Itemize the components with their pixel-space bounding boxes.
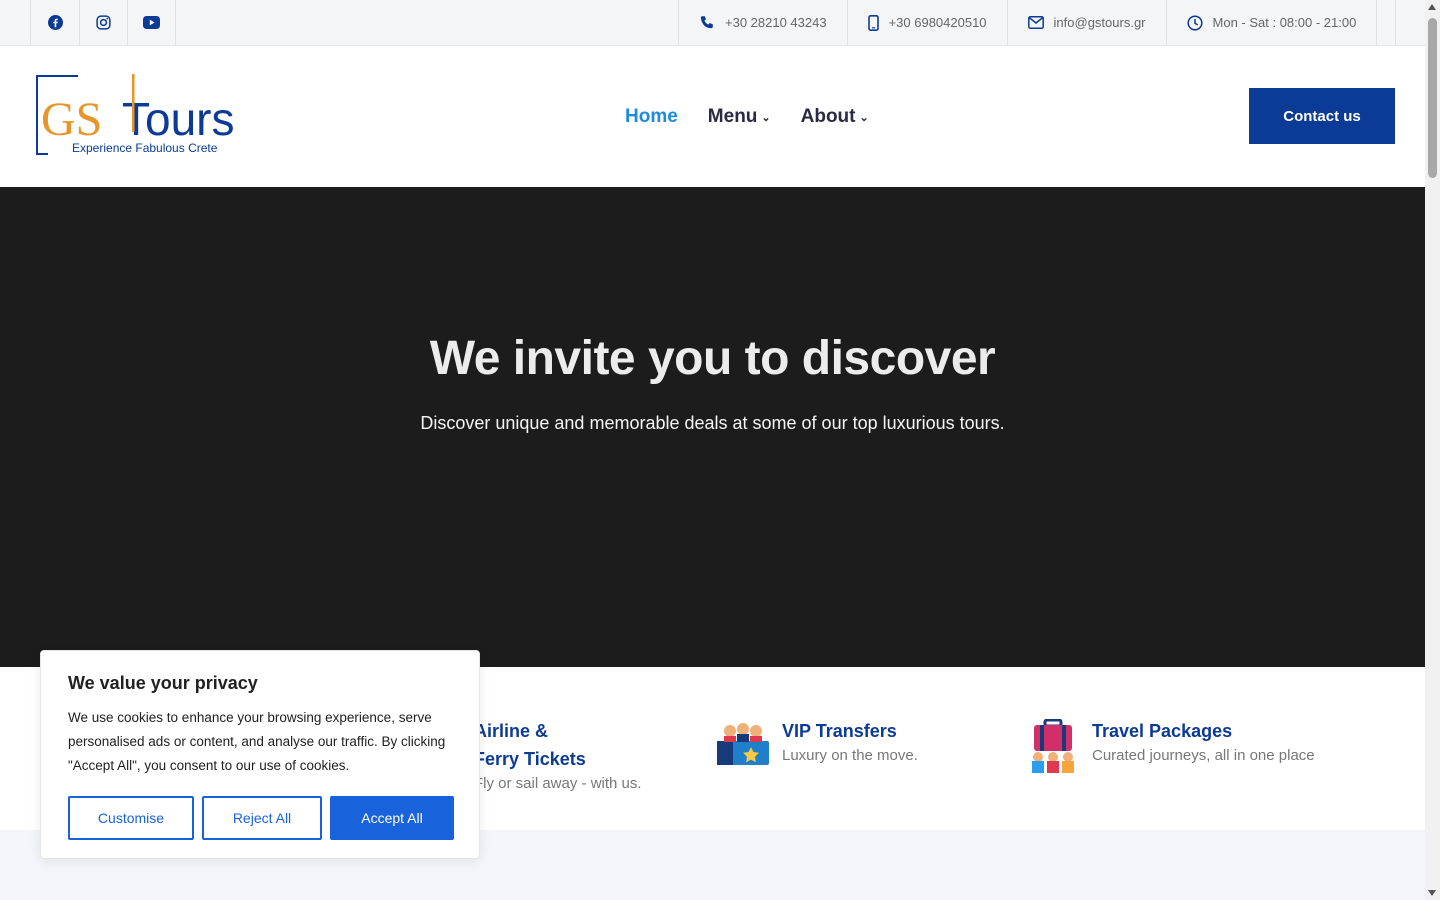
email-item[interactable]: info@gstours.gr [1006,0,1166,45]
contact-us-button[interactable]: Contact us [1249,88,1395,144]
site-header: GS Tours Experience Fabulous Crete Home … [0,46,1425,187]
logo-tours: Tours [122,93,234,145]
phone-number: +30 28210 43243 [725,15,827,30]
social-links [30,0,176,45]
service-description: Luxury on the move. [782,747,918,764]
youtube-link[interactable] [127,0,175,45]
topbar-divider [1395,0,1396,45]
scroll-down-arrow-icon[interactable] [1428,890,1436,896]
nav-about[interactable]: About ⌄ [801,106,869,128]
service-title: Travel Packages [1092,721,1233,741]
suitcase-icon [1030,718,1076,780]
nav-menu-label: Menu [707,106,758,127]
email-address: info@gstours.gr [1053,15,1146,30]
nav-menu[interactable]: Menu ⌄ [708,106,771,128]
phone-item[interactable]: +30 28210 43243 [678,0,847,45]
contact-info: +30 28210 43243 +30 6980420510 info@gsto… [678,0,1378,45]
service-airline-ferry[interactable]: Airline & Ferry Tickets Fly or sail away… [474,717,642,792]
page-scrollbar[interactable] [1425,0,1440,900]
mobile-phone-icon [867,14,879,31]
chevron-down-icon: ⌄ [761,111,771,124]
instagram-icon [96,15,111,30]
envelope-icon [1027,16,1044,29]
facebook-link[interactable] [31,0,79,45]
mobile-item[interactable]: +30 6980420510 [846,0,1007,45]
vip-transfers-icon [716,719,770,772]
scrollbar-thumb[interactable] [1428,18,1437,178]
hero-title: We invite you to discover [429,332,996,385]
main-nav: Home Menu ⌄ About ⌄ [625,106,869,128]
customise-button[interactable]: Customise [68,796,194,840]
reject-all-button[interactable]: Reject All [202,796,322,840]
hours-item: Mon - Sat : 08:00 - 21:00 [1165,0,1378,45]
service-title-line2: Ferry Tickets [474,749,586,769]
logo-g: GS [41,93,102,146]
mobile-number: +30 6980420510 [888,15,987,30]
service-title-line1: Airline & [474,721,549,741]
nav-about-label: About [800,106,856,127]
clock-icon [1186,14,1203,31]
cookie-text: We use cookies to enhance your browsing … [68,710,446,773]
scroll-up-arrow-icon[interactable] [1428,4,1436,10]
hero-section: We invite you to discover Discover uniqu… [0,187,1425,667]
facebook-icon [47,15,63,30]
instagram-link[interactable] [79,0,127,45]
nav-home[interactable]: Home [625,106,678,128]
chevron-down-icon: ⌄ [859,111,869,124]
hero-subtitle: Discover unique and memorable deals at s… [420,413,1005,433]
cookie-title: We value your privacy [68,673,258,693]
service-title: VIP Transfers [782,721,897,741]
cookie-buttons: Customise Reject All Accept All [68,796,454,840]
logo-tagline: Experience Fabulous Crete [72,141,218,155]
service-vip-transfers[interactable]: VIP Transfers Luxury on the move. [782,717,918,764]
top-bar: +30 28210 43243 +30 6980420510 info@gsto… [0,0,1425,46]
youtube-icon [143,16,160,29]
nav-home-label: Home [625,106,678,127]
service-description: Curated journeys, all in one place [1092,747,1315,764]
logo-accent-bar [132,74,135,132]
site-logo[interactable]: GS Tours Experience Fabulous Crete [36,72,236,158]
service-travel-packages[interactable]: Travel Packages Curated journeys, all in… [1092,717,1315,764]
service-description: Fly or sail away - with us. [474,775,642,792]
accept-all-button[interactable]: Accept All [330,796,454,840]
cookie-consent-banner: We value your privacy We use cookies to … [40,650,480,859]
opening-hours: Mon - Sat : 08:00 - 21:00 [1212,15,1357,30]
phone-icon [700,15,713,28]
